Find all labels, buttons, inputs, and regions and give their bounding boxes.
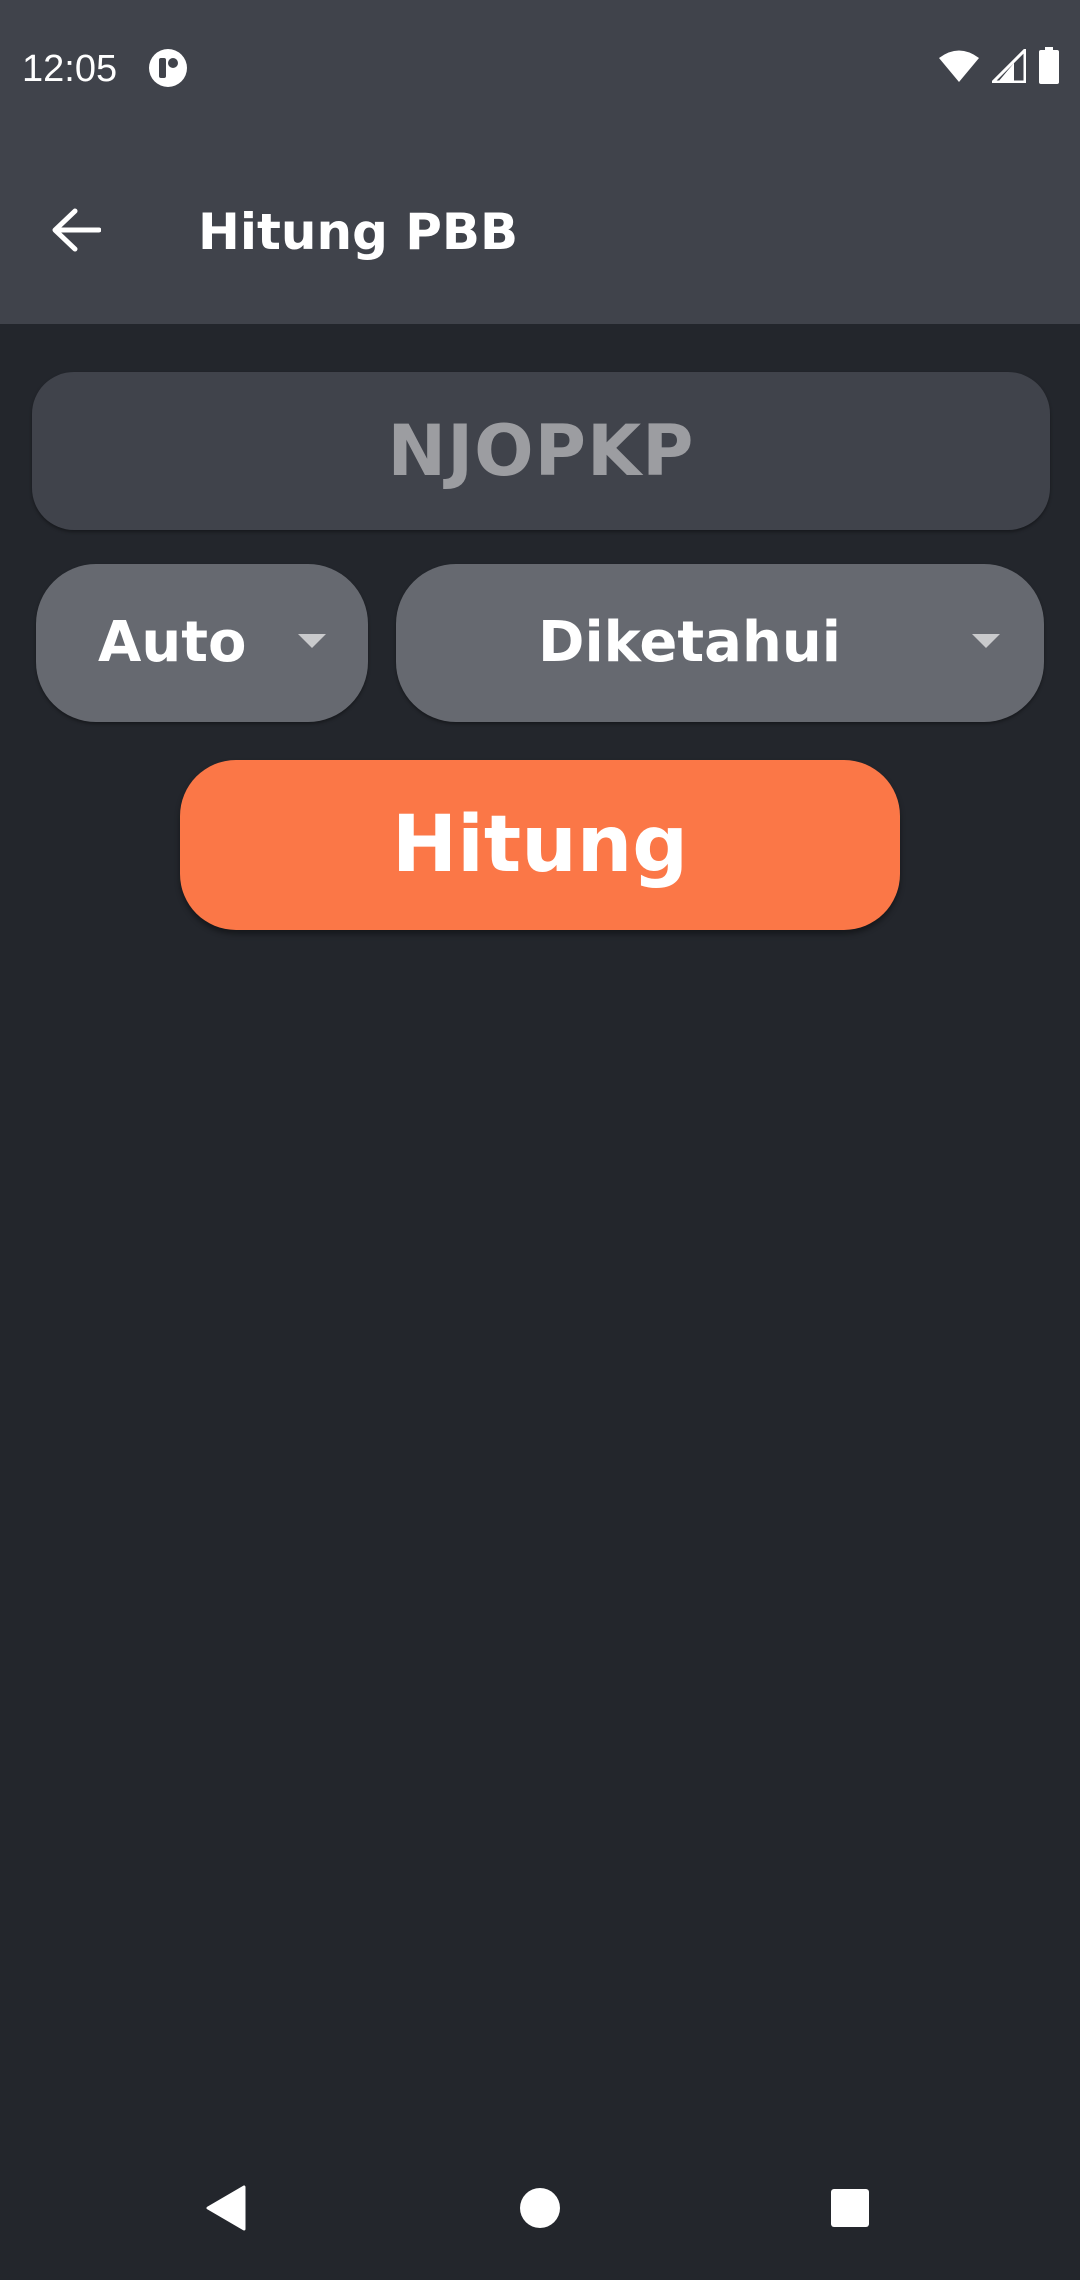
navigation-bar: [0, 2140, 1080, 2280]
nav-back-button[interactable]: [176, 2160, 276, 2260]
nav-back-icon: [206, 2185, 246, 2235]
nav-recents-button[interactable]: [800, 2160, 900, 2260]
mode-dropdown[interactable]: Auto: [36, 564, 368, 722]
status-dropdown-value: Diketahui: [538, 610, 841, 675]
nav-home-button[interactable]: [490, 2160, 590, 2260]
app-bar: Hitung PBB: [0, 140, 1080, 324]
njopkp-input[interactable]: NJOPKP: [32, 372, 1050, 530]
hitung-button[interactable]: Hitung: [180, 760, 900, 930]
nav-home-icon: [519, 2187, 561, 2233]
page-title: Hitung PBB: [198, 203, 519, 261]
status-time: 12:05: [22, 48, 118, 90]
njopkp-placeholder: NJOPKP: [387, 410, 695, 492]
chevron-down-icon: [298, 634, 326, 648]
back-button[interactable]: [36, 192, 116, 272]
status-icons: [938, 46, 1060, 90]
chevron-down-icon: [972, 634, 1000, 648]
mode-dropdown-value: Auto: [98, 610, 247, 675]
nav-recents-icon: [830, 2188, 870, 2232]
arrow-left-icon: [51, 208, 102, 256]
status-bar: 12:05: [0, 0, 1080, 140]
wifi-icon: [938, 49, 980, 87]
signal-icon: [989, 46, 1027, 87]
status-dropdown[interactable]: Diketahui: [396, 564, 1044, 722]
battery-icon: [1038, 47, 1060, 89]
app-notification-icon: [148, 48, 188, 88]
